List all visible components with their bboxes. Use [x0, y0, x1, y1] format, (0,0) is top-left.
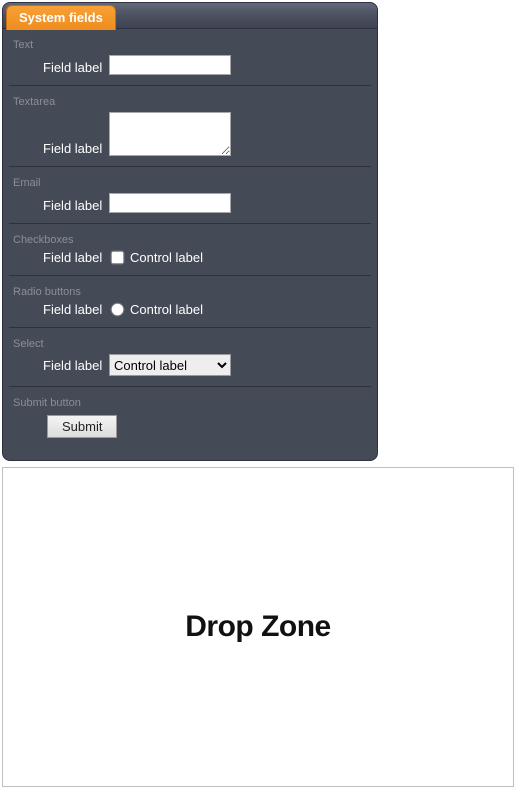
system-fields-panel: System fields Text Field label Textarea …: [2, 2, 378, 461]
tabbar: System fields: [3, 3, 377, 29]
section-title-textarea: Textarea: [11, 92, 369, 108]
field-label-textarea: Field label: [43, 141, 103, 156]
section-submit: Submit button Submit: [9, 387, 371, 454]
section-title-submit: Submit button: [11, 393, 369, 409]
section-checkboxes: Checkboxes Field label Control label: [9, 224, 371, 276]
section-textarea: Textarea Field label: [9, 86, 371, 167]
section-title-radio: Radio buttons: [11, 282, 369, 298]
section-radio: Radio buttons Field label Control label: [9, 276, 371, 328]
submit-button[interactable]: Submit: [47, 415, 117, 438]
section-title-text: Text: [11, 35, 369, 51]
section-text: Text Field label: [9, 29, 371, 86]
field-label-checkbox: Field label: [43, 250, 103, 265]
section-title-checkboxes: Checkboxes: [11, 230, 369, 246]
control-label-radio: Control label: [130, 302, 203, 317]
section-select: Select Field label Control label: [9, 328, 371, 387]
section-title-select: Select: [11, 334, 369, 350]
section-title-email: Email: [11, 173, 369, 189]
field-label-text: Field label: [43, 60, 103, 75]
email-input[interactable]: [109, 193, 231, 213]
select-input[interactable]: Control label: [109, 354, 231, 376]
textarea-input[interactable]: [109, 112, 231, 156]
drop-zone-label: Drop Zone: [185, 610, 331, 644]
field-label-select: Field label: [43, 358, 103, 373]
section-email: Email Field label: [9, 167, 371, 224]
radio-input[interactable]: [111, 303, 125, 317]
field-label-email: Field label: [43, 198, 103, 213]
control-label-checkbox: Control label: [130, 250, 203, 265]
panel-content: Text Field label Textarea Field label Em…: [3, 29, 377, 454]
checkbox-input[interactable]: [111, 251, 125, 265]
tab-system-fields[interactable]: System fields: [6, 5, 116, 30]
text-input[interactable]: [109, 55, 231, 75]
drop-zone[interactable]: Drop Zone: [2, 467, 514, 787]
field-label-radio: Field label: [43, 302, 103, 317]
